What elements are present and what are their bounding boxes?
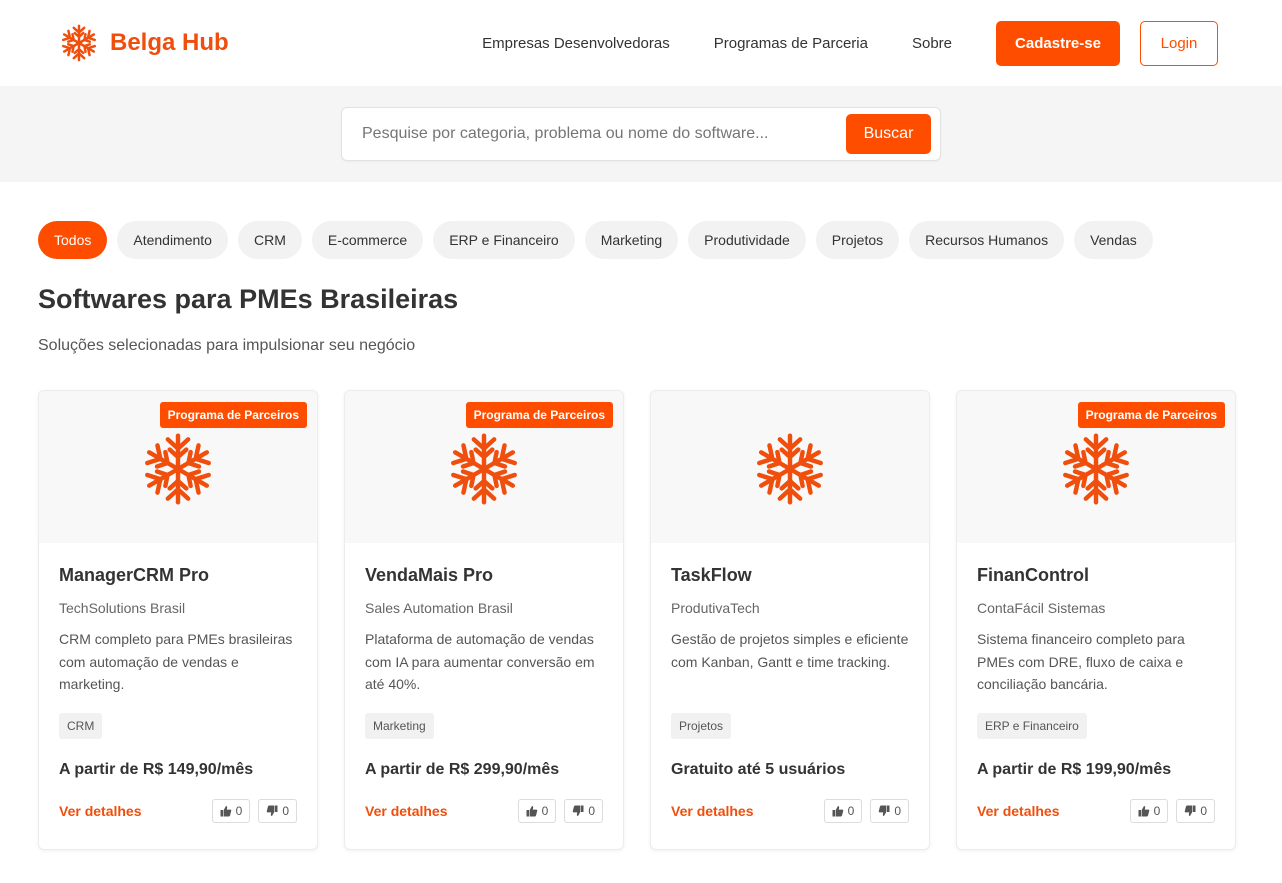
signup-button[interactable]: Cadastre-se bbox=[996, 20, 1120, 66]
product-company: Sales Automation Brasil bbox=[365, 600, 513, 616]
product-image: Programa de Parceiros bbox=[39, 391, 317, 543]
category-chip-vendas[interactable]: Vendas bbox=[1074, 221, 1153, 259]
thumbs-up-icon bbox=[220, 805, 232, 817]
category-chip-marketing[interactable]: Marketing bbox=[584, 221, 679, 259]
product-card[interactable]: Programa de Parceiros VendaMais Pro Sale… bbox=[344, 390, 624, 850]
brand-name: Belga Hub bbox=[110, 29, 229, 56]
details-link[interactable]: Ver detalhes bbox=[671, 803, 754, 819]
partner-badge: Programa de Parceiros bbox=[1077, 402, 1225, 428]
dislike-button[interactable]: 0 bbox=[1176, 799, 1215, 823]
thumbs-up-icon bbox=[832, 805, 844, 817]
product-image: Programa de Parceiros bbox=[345, 391, 623, 543]
product-company: ProdutivaTech bbox=[671, 600, 760, 616]
category-chip-atendimento[interactable]: Atendimento bbox=[117, 221, 228, 259]
product-price: A partir de R$ 299,90/mês bbox=[365, 761, 560, 778]
product-name: TaskFlow bbox=[671, 565, 752, 585]
product-image: Programa de Parceiros bbox=[957, 391, 1235, 543]
product-description: Sistema financeiro completo para PMEs co… bbox=[977, 631, 1185, 692]
thumbs-up-icon bbox=[1138, 805, 1150, 817]
category-tag: Marketing bbox=[365, 713, 434, 739]
category-chip-produtividade[interactable]: Produtividade bbox=[688, 221, 806, 259]
category-tag: CRM bbox=[59, 713, 103, 739]
category-chip-crm[interactable]: CRM bbox=[237, 221, 302, 259]
dislike-count: 0 bbox=[1200, 804, 1207, 818]
partner-badge: Programa de Parceiros bbox=[159, 402, 307, 428]
dislike-button[interactable]: 0 bbox=[564, 799, 603, 823]
category-chip-projetos[interactable]: Projetos bbox=[815, 221, 900, 259]
like-button[interactable]: 0 bbox=[1129, 799, 1169, 823]
snowflake-icon bbox=[753, 424, 827, 510]
product-name: ManagerCRM Pro bbox=[59, 565, 210, 585]
details-link[interactable]: Ver detalhes bbox=[365, 803, 448, 819]
dislike-button[interactable]: 0 bbox=[870, 799, 909, 823]
like-count: 0 bbox=[541, 804, 549, 818]
category-chip-erp[interactable]: ERP e Financeiro bbox=[433, 221, 575, 259]
product-description: CRM completo para PMEs brasileiras com a… bbox=[59, 631, 293, 692]
product-company: TechSolutions Brasil bbox=[59, 600, 186, 616]
like-count: 0 bbox=[235, 804, 243, 818]
product-card[interactable]: Programa de Parceiros FinanControl Conta… bbox=[956, 390, 1236, 850]
details-link[interactable]: Ver detalhes bbox=[977, 803, 1060, 819]
thumbs-down-icon bbox=[572, 805, 584, 817]
snowflake-icon bbox=[141, 424, 215, 510]
dislike-count: 0 bbox=[282, 804, 289, 818]
product-price: A partir de R$ 199,90/mês bbox=[977, 761, 1172, 778]
snowflake-icon bbox=[1059, 424, 1133, 510]
category-tag: Projetos bbox=[671, 713, 732, 739]
product-price: A partir de R$ 149,90/mês bbox=[59, 761, 254, 778]
nav-link-empresas[interactable]: Empresas Desenvolvedoras bbox=[482, 35, 670, 52]
category-chip-rh[interactable]: Recursos Humanos bbox=[909, 221, 1065, 259]
category-chip-todos[interactable]: Todos bbox=[38, 221, 108, 259]
nav-link-programas[interactable]: Programas de Parceria bbox=[714, 35, 868, 52]
product-description: Plataforma de automação de vendas com IA… bbox=[365, 631, 595, 692]
page-title: Softwares para PMEs Brasileiras bbox=[38, 284, 459, 314]
details-link[interactable]: Ver detalhes bbox=[59, 803, 142, 819]
dislike-button[interactable]: 0 bbox=[258, 799, 297, 823]
category-chip-ecommerce[interactable]: E-commerce bbox=[311, 221, 424, 259]
page-subtitle: Soluções selecionadas para impulsionar s… bbox=[38, 337, 416, 354]
dislike-count: 0 bbox=[588, 804, 595, 818]
like-count: 0 bbox=[1153, 804, 1161, 818]
login-button[interactable]: Login bbox=[1140, 20, 1218, 66]
snowflake-icon bbox=[447, 424, 521, 510]
like-button[interactable]: 0 bbox=[517, 799, 557, 823]
product-description: Gestão de projetos simples e eficiente c… bbox=[671, 631, 909, 670]
thumbs-down-icon bbox=[878, 805, 890, 817]
main-nav: Empresas Desenvolvedoras Programas de Pa… bbox=[482, 20, 1218, 66]
nav-link-sobre[interactable]: Sobre bbox=[912, 35, 952, 52]
product-card[interactable]: TaskFlow ProdutivaTech Gestão de projeto… bbox=[650, 390, 930, 850]
category-filter-bar: Todos Atendimento CRM E-commerce ERP e F… bbox=[38, 221, 1153, 259]
search-bar: Buscar bbox=[341, 107, 941, 161]
like-button[interactable]: 0 bbox=[211, 799, 251, 823]
thumbs-down-icon bbox=[266, 805, 278, 817]
top-navbar: Belga Hub Empresas Desenvolvedoras Progr… bbox=[0, 0, 1282, 86]
like-button[interactable]: 0 bbox=[823, 799, 863, 823]
snowflake-icon bbox=[60, 24, 98, 62]
dislike-count: 0 bbox=[894, 804, 901, 818]
partner-badge: Programa de Parceiros bbox=[465, 402, 613, 428]
search-input[interactable] bbox=[362, 125, 846, 143]
thumbs-down-icon bbox=[1184, 805, 1196, 817]
product-name: VendaMais Pro bbox=[365, 565, 494, 585]
product-card[interactable]: Programa de Parceiros ManagerCRM Pro Tec… bbox=[38, 390, 318, 850]
product-name: FinanControl bbox=[977, 565, 1089, 585]
search-section: Buscar bbox=[0, 86, 1282, 182]
category-tag: ERP e Financeiro bbox=[977, 713, 1087, 739]
product-price: Gratuito até 5 usuários bbox=[671, 761, 846, 778]
thumbs-up-icon bbox=[526, 805, 538, 817]
like-count: 0 bbox=[847, 804, 855, 818]
brand-link[interactable]: Belga Hub bbox=[60, 24, 229, 62]
product-company: ContaFácil Sistemas bbox=[977, 600, 1106, 616]
product-image bbox=[651, 391, 929, 543]
search-button[interactable]: Buscar bbox=[846, 114, 931, 154]
product-grid: Programa de Parceiros ManagerCRM Pro Tec… bbox=[38, 390, 1236, 850]
